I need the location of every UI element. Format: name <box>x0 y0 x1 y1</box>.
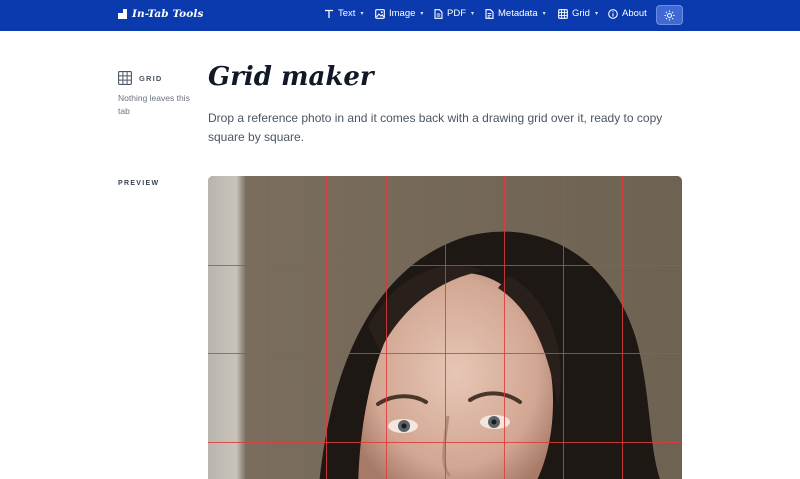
nav-item-about[interactable]: About <box>608 8 647 19</box>
theme-toggle-button[interactable] <box>656 5 683 25</box>
sidebar-tool-heading: GRID <box>118 71 163 85</box>
chevron-down-icon: ▾ <box>360 11 364 17</box>
brand-name: In-Tab Tools <box>132 8 204 20</box>
top-nav-bar: In-Tab Tools Text ▾ Image ▾ PDF ▾ Metada… <box>0 0 800 31</box>
grid-icon <box>118 71 132 85</box>
page-description: Drop a reference photo in and it comes b… <box>208 111 663 144</box>
chevron-down-icon: ▾ <box>420 11 424 17</box>
privacy-note: Nothing leaves this tab <box>118 93 190 116</box>
nav-item-about-label: About <box>622 8 647 19</box>
nav-item-text[interactable]: Text ▾ <box>324 8 363 19</box>
nav-item-grid-label: Grid <box>572 8 590 19</box>
info-icon <box>608 8 618 19</box>
nav-item-metadata[interactable]: Metadata ▾ <box>485 8 546 19</box>
text-icon <box>325 9 333 18</box>
nav-item-image[interactable]: Image ▾ <box>375 8 423 19</box>
page-title: Grid maker <box>208 62 374 92</box>
sun-icon <box>664 10 675 20</box>
nav-item-pdf-label: PDF <box>447 8 466 19</box>
nav-item-text-label: Text <box>338 8 356 19</box>
sidebar-tool-label: GRID <box>139 73 163 83</box>
chevron-down-icon: ▾ <box>471 11 475 17</box>
brand-link[interactable]: In-Tab Tools <box>118 8 204 20</box>
image-icon <box>375 8 385 19</box>
grid-preview-image <box>208 176 682 479</box>
nav-item-pdf[interactable]: PDF ▾ <box>434 8 474 19</box>
nav-item-image-label: Image <box>389 8 416 19</box>
nav-item-metadata-label: Metadata <box>498 8 538 19</box>
preview-section-label: PREVIEW <box>118 180 160 187</box>
chevron-down-icon: ▾ <box>542 11 546 17</box>
chevron-down-icon: ▾ <box>594 11 598 17</box>
grid-icon <box>558 8 568 19</box>
brand-logo-icon <box>118 9 127 19</box>
file-info-icon <box>485 8 494 19</box>
nav-item-grid[interactable]: Grid ▾ <box>558 8 598 19</box>
document-icon <box>434 8 443 19</box>
portrait-photo <box>208 176 682 479</box>
